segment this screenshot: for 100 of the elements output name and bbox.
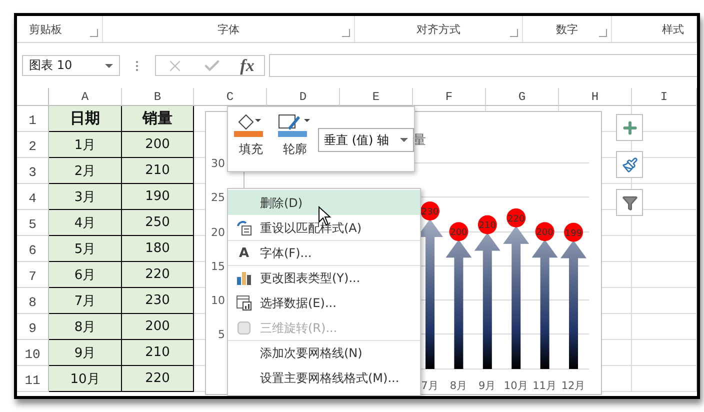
ribbon-group-label: 数字	[556, 22, 578, 36]
cube-icon	[237, 321, 251, 335]
grip-icon	[136, 60, 140, 70]
table-cell: 4月	[49, 210, 122, 236]
menu-item-label: 选择数据(E)...	[260, 294, 336, 312]
data-label-marker: 200	[449, 222, 468, 242]
table-cell	[632, 236, 697, 262]
menu-item[interactable]: 设置主要网格线格式(M)...	[228, 365, 420, 390]
name-box-value: 图表 10	[29, 57, 72, 74]
menu-item[interactable]: 添加次要网格线(N)	[228, 340, 420, 365]
column-header[interactable]: H	[559, 88, 632, 106]
table-cell: 200	[122, 132, 194, 158]
arrow-bar[interactable]	[503, 226, 530, 369]
caret-icon[interactable]	[105, 64, 113, 68]
column-header[interactable]: A	[49, 88, 122, 106]
add-chart-element-button[interactable]	[616, 114, 643, 141]
table-cell: 6月	[49, 262, 122, 288]
table-cell: 3月	[49, 184, 122, 210]
menu-item-label: 三维旋转(R)...	[260, 320, 338, 336]
menu-item-label: 设置主要网格线格式(M)...	[260, 370, 400, 386]
menu-item-label: 添加次要网格线(N)	[260, 344, 362, 362]
ribbon-group-label: 样式	[662, 22, 684, 36]
font-glyph: A	[238, 246, 250, 260]
table-cell: 2月	[49, 158, 122, 184]
fill-button[interactable]: 填充	[234, 113, 268, 158]
table-cell	[632, 288, 697, 314]
data-label-marker: 230	[420, 202, 440, 220]
y-axis-label: 30	[211, 157, 225, 170]
y-axis-label: 15	[211, 260, 225, 273]
select-data-icon	[236, 295, 252, 311]
column-header[interactable]: D	[267, 88, 340, 106]
table-cell: 250	[122, 210, 194, 236]
table-cell: 210	[122, 340, 194, 366]
ribbon-group-label: 剪贴板	[29, 22, 62, 36]
y-axis-label: 20	[211, 226, 225, 239]
table-cell	[632, 314, 697, 340]
table-cell	[632, 366, 697, 392]
outline-button[interactable]: 轮廓	[278, 113, 312, 158]
column-header[interactable]: C	[194, 88, 267, 106]
ribbon-group-label: 对齐方式	[416, 22, 460, 36]
chart-filters-button[interactable]	[616, 189, 643, 216]
menu-item[interactable]: A 字体(F)...	[228, 240, 420, 265]
paintbrush-icon	[622, 156, 638, 172]
table-cell: 日期	[49, 106, 122, 132]
table-cell: 190	[122, 184, 194, 210]
arrow-bar[interactable]	[446, 240, 472, 369]
arrow-bar[interactable]	[474, 232, 500, 369]
y-axis-label: 25	[211, 191, 225, 204]
menu-item-label: 更改图表类型(Y)...	[260, 270, 360, 286]
dialog-launcher-icon[interactable]	[599, 29, 607, 37]
filter-icon	[622, 194, 638, 210]
table-cell: 230	[122, 288, 194, 314]
column-header[interactable]: B	[122, 88, 194, 106]
menu-item[interactable]: 选择数据(E)...	[228, 290, 420, 315]
x-axis-label: 12月	[561, 380, 586, 392]
ribbon-group-label: 字体	[218, 22, 240, 36]
chart-styles-button[interactable]	[616, 151, 643, 178]
data-label-marker: 220	[506, 208, 526, 228]
table-cell: 7月	[49, 288, 122, 314]
reset-style-icon	[236, 220, 252, 236]
chart-element-dropdown[interactable]: 垂直 (值) 轴	[318, 128, 414, 152]
column-header[interactable]: E	[340, 88, 413, 106]
bar-chart-icon	[236, 270, 252, 286]
menu-item-label: 字体(F)...	[260, 244, 312, 262]
caret-icon[interactable]	[400, 138, 408, 142]
plus-icon	[620, 118, 638, 136]
column-header[interactable]: G	[486, 88, 559, 106]
data-label-marker: 200	[535, 222, 554, 242]
table-cell: 180	[122, 236, 194, 262]
menu-item[interactable]: 删除(D)	[228, 190, 420, 215]
column-header[interactable]: F	[413, 88, 486, 106]
pen-outline-icon	[278, 113, 312, 137]
table-cell: 销量	[122, 106, 194, 132]
table-cell: 5月	[49, 236, 122, 262]
table-cell: 9月	[49, 340, 122, 366]
chart-title: 量	[413, 133, 426, 148]
x-axis-label: 7月	[421, 380, 439, 392]
column-header[interactable]: I	[632, 88, 697, 106]
table-cell: 210	[122, 158, 194, 184]
insert-function-button[interactable]: fx	[240, 56, 254, 76]
x-axis-label: 11月	[532, 380, 557, 392]
table-cell	[632, 340, 697, 366]
x-axis-label: 9月	[478, 380, 496, 392]
arrow-bar[interactable]	[532, 240, 558, 369]
dialog-launcher-icon[interactable]	[510, 29, 518, 37]
dialog-launcher-icon[interactable]	[342, 29, 350, 37]
data-label-marker: 210	[478, 215, 497, 234]
table-cell: 10月	[49, 366, 122, 392]
y-axis-label: 10	[211, 294, 225, 307]
table-cell: 8月	[49, 314, 122, 340]
menu-item[interactable]: 更改图表类型(Y)...	[228, 265, 420, 290]
dropdown-value: 垂直 (值) 轴	[324, 132, 389, 148]
table-cell: 220	[122, 262, 194, 288]
name-box[interactable]: 图表 10	[22, 55, 120, 76]
dialog-launcher-icon[interactable]	[90, 29, 98, 37]
table-cell: 200	[122, 314, 194, 340]
formula-input-field[interactable]	[269, 54, 697, 77]
arrow-bar[interactable]	[560, 240, 586, 369]
data-label-marker: 199	[564, 222, 583, 242]
table-cell: 220	[122, 366, 194, 392]
